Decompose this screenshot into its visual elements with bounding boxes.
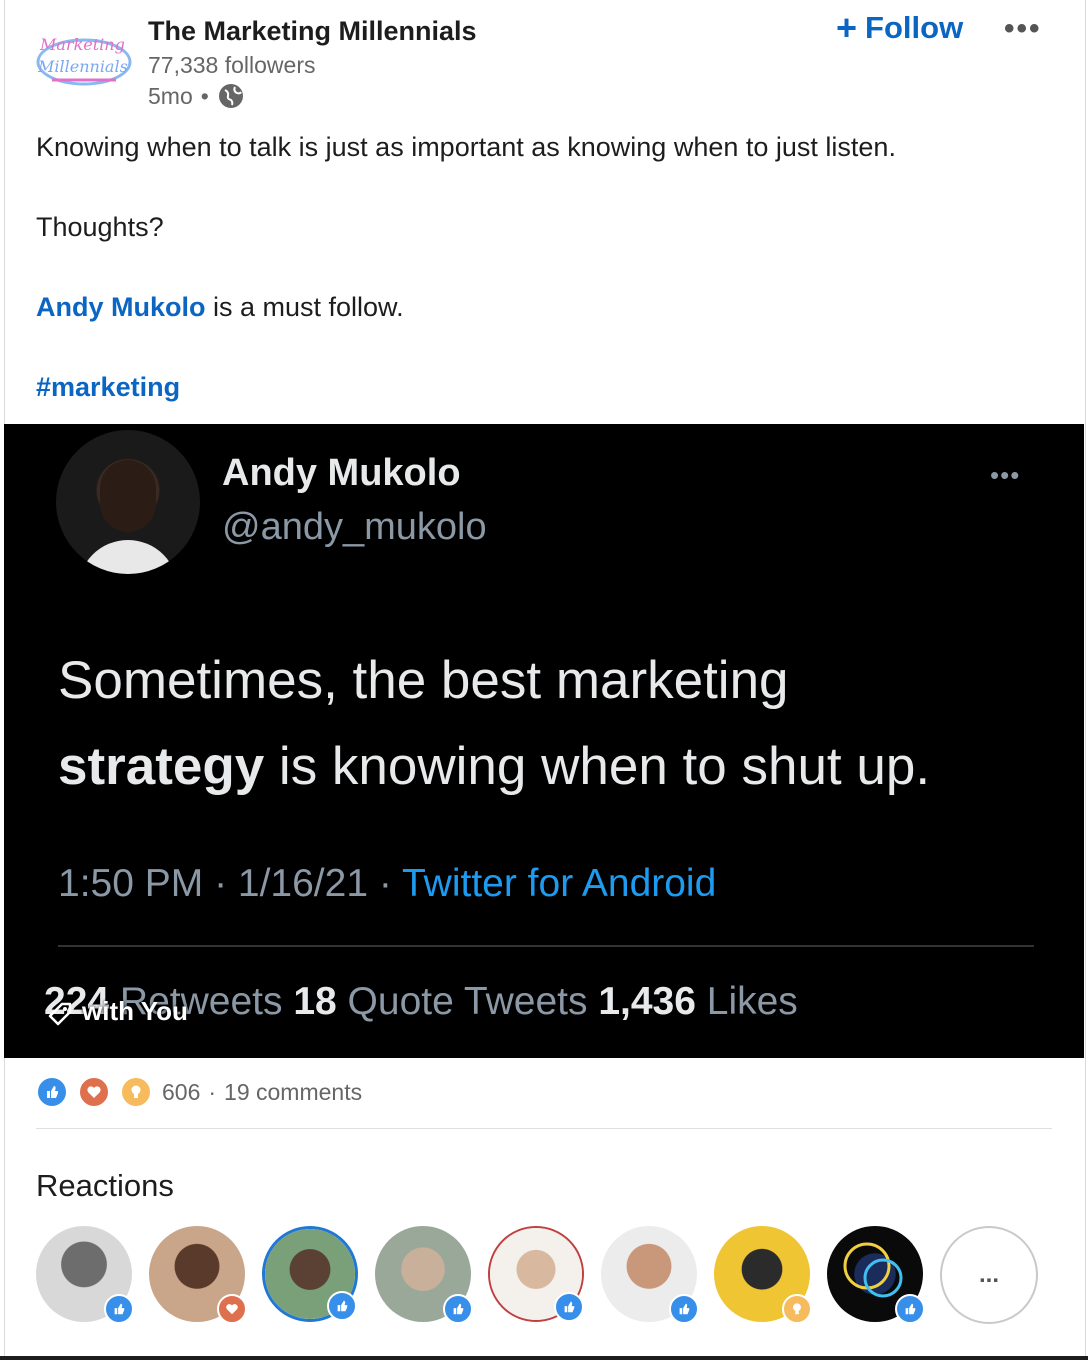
reactor-avatar[interactable] [827,1226,925,1324]
tag-icon [48,1002,72,1025]
follower-count: 77,338 followers [148,52,316,78]
tweet-timestamp: 1:50 PM · 1/16/21 · Twitter for Android [58,862,716,906]
like-badge-icon [327,1291,357,1321]
reaction-count[interactable]: 606 [162,1079,200,1106]
svg-text:Millennials: Millennials [37,57,128,76]
reactor-avatar[interactable] [488,1226,584,1322]
post-meta: 5mo • [148,82,245,110]
company-logo[interactable]: Marketing Millennials [32,22,136,98]
mention-link[interactable]: Andy Mukolo [36,292,206,322]
count-separator: · [208,1078,217,1105]
bottom-border [0,1356,1088,1360]
follow-button[interactable]: + Follow [836,10,963,46]
more-reactors-button[interactable]: ... [940,1226,1038,1324]
tweet-source: Twitter for Android [401,862,717,905]
quotes-count: 18 [293,980,337,1023]
globe-icon [218,84,243,108]
section-divider [36,1128,1052,1129]
meta-separator: • [200,82,209,109]
comment-count[interactable]: 19 comments [224,1079,362,1106]
tweet-text: Sometimes, the best marketing strategy i… [58,638,1058,810]
love-badge-icon [217,1294,247,1324]
hashtag-link[interactable]: #marketing [36,372,180,402]
reactor-avatar[interactable] [262,1226,358,1322]
love-reaction-icon[interactable] [78,1076,110,1108]
tweet-author-handle: @andy_mukolo [222,506,487,548]
tweet-text-part-1: Sometimes, the best marketing [58,651,789,710]
tweet-author-name: Andy Mukolo [222,452,461,494]
tag-label: with You [82,996,188,1026]
more-options-button[interactable]: ••• [1004,12,1042,46]
plus-icon: + [836,7,858,48]
social-counts: 606 · 19 comments [36,1076,362,1108]
reactor-avatar[interactable] [149,1226,247,1324]
insightful-badge-icon [782,1294,812,1324]
tag-overlay-button[interactable]: with You [46,996,188,1027]
reactor-avatar[interactable] [36,1226,134,1324]
tweet-time: 1:50 PM · 1/16/21 · [58,862,402,905]
reactor-avatar[interactable] [714,1226,812,1324]
like-badge-icon [895,1294,925,1324]
svg-text:Marketing: Marketing [39,35,125,54]
like-badge-icon [554,1292,584,1322]
reactions-heading: Reactions [36,1168,174,1203]
tweet-text-bold: strategy [58,737,265,796]
post-text-line-2: Thoughts? [36,212,164,242]
tweet-text-part-2: is knowing when to shut up. [264,737,931,796]
post-age: 5mo [148,82,193,109]
like-reaction-icon[interactable] [36,1076,68,1108]
likes-label: Likes [695,980,798,1023]
like-badge-icon [104,1294,134,1324]
reactor-avatar[interactable] [375,1226,473,1324]
post-image[interactable]: Andy Mukolo @andy_mukolo ••• Sometimes, … [4,424,1084,1058]
quotes-label: Quote Tweets [336,980,599,1023]
mention-suffix: is a must follow. [205,292,404,322]
tweet-divider [58,945,1034,947]
tweet-author-avatar [56,430,200,574]
tweet-more-icon: ••• [990,460,1021,490]
follow-label: Follow [865,10,964,45]
post-text-line-1: Knowing when to talk is just as importan… [36,132,896,162]
like-badge-icon [443,1294,473,1324]
post-text-line-3: Andy Mukolo is a must follow. [36,292,404,323]
company-name[interactable]: The Marketing Millennials [148,16,477,47]
insightful-reaction-icon[interactable] [120,1076,152,1108]
like-badge-icon [669,1294,699,1324]
reactor-avatar[interactable] [601,1226,699,1324]
likes-count: 1,436 [598,980,696,1023]
post-hashtag-line: #marketing [36,372,180,403]
reactor-avatars: ... [36,1226,1038,1324]
